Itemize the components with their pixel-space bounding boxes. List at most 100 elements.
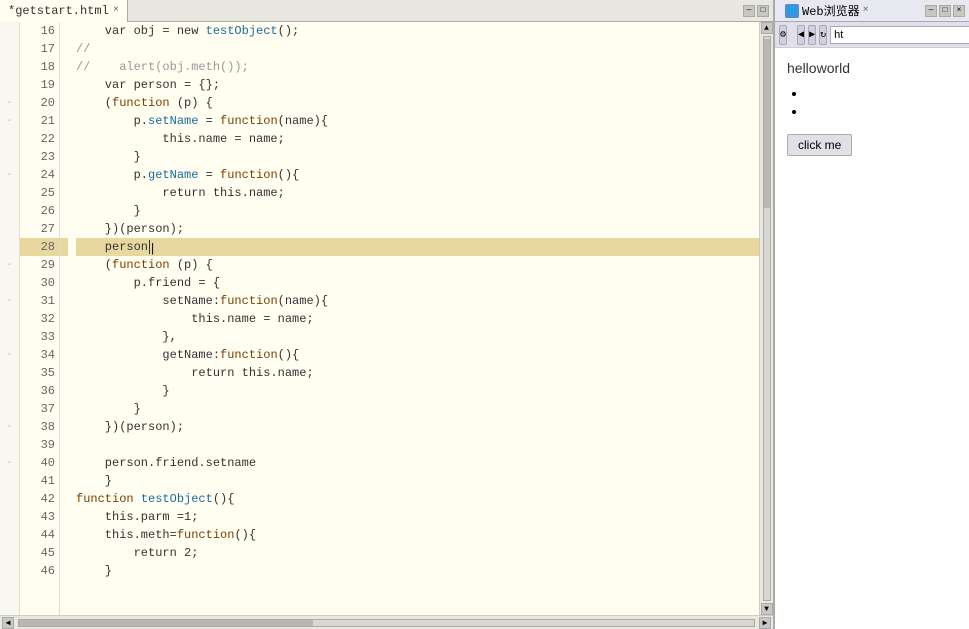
code-line-30: p.friend = { — [76, 274, 773, 292]
line-num-30: 30 — [20, 274, 59, 292]
browser-tab-close[interactable]: × — [863, 5, 869, 16]
margin-row — [0, 526, 19, 544]
margin-row — [0, 382, 19, 400]
code-line-44: this.meth=function(){ — [76, 526, 773, 544]
margin-row: - — [0, 418, 19, 436]
scroll-right-btn[interactable]: ▶ — [759, 617, 771, 629]
line-num-40: 40 — [20, 454, 59, 472]
line-num-19: 19 — [20, 76, 59, 94]
line-num-28: 28 — [20, 238, 59, 256]
refresh-icon: ↻ — [820, 29, 826, 41]
browser-back-btn[interactable]: ◀ — [797, 25, 805, 45]
browser-list — [787, 86, 957, 122]
editor-tab-close[interactable]: × — [113, 5, 119, 16]
browser-url-input[interactable] — [830, 26, 969, 44]
code-line-21: p.setName = function(name){ — [76, 112, 773, 130]
margin-row: - — [0, 166, 19, 184]
code-line-42: function testObject(){ — [76, 490, 773, 508]
list-item-2 — [807, 104, 957, 122]
browser-tab[interactable]: 🌐 Web浏览器 × — [779, 0, 875, 22]
code-line-32: this.name = name; — [76, 310, 773, 328]
margin-row — [0, 76, 19, 94]
line-num-16: 16 — [20, 22, 59, 40]
margin-row — [0, 130, 19, 148]
editor-gutter — [60, 22, 68, 615]
line-num-17: 17 — [20, 40, 59, 58]
margin-row — [0, 436, 19, 454]
editor-maximize-btn[interactable]: □ — [757, 5, 769, 17]
scroll-left-btn[interactable]: ◀ — [2, 617, 14, 629]
margin-row — [0, 274, 19, 292]
scroll-y-track[interactable] — [763, 36, 771, 601]
code-line-27: })(person); — [76, 220, 773, 238]
margin-row: - — [0, 94, 19, 112]
scroll-x-track[interactable] — [18, 619, 755, 627]
margin-row — [0, 508, 19, 526]
editor-minimize-btn[interactable]: — — [743, 5, 755, 17]
browser-maximize-btn[interactable]: □ — [939, 5, 951, 17]
editor-scrollbar-x[interactable]: ◀ ▶ — [0, 615, 773, 629]
browser-page-title: helloworld — [787, 60, 957, 76]
editor-tab[interactable]: *getstart.html × — [0, 0, 128, 22]
scroll-x-thumb[interactable] — [19, 620, 313, 626]
code-line-37: } — [76, 400, 773, 418]
back-icon: ◀ — [798, 29, 804, 41]
code-line-35: return this.name; — [76, 364, 773, 382]
line-num-46: 46 — [20, 562, 59, 580]
line-num-34: 34 — [20, 346, 59, 364]
line-num-32: 32 — [20, 310, 59, 328]
line-num-43: 43 — [20, 508, 59, 526]
line-num-29: 29 — [20, 256, 59, 274]
code-line-24: p.getName = function(){ — [76, 166, 773, 184]
margin-row — [0, 490, 19, 508]
line-numbers: 16 17 18 19 20 21 22 23 24 25 26 27 28 2… — [20, 22, 60, 615]
browser-tab-bar: 🌐 Web浏览器 × — □ × — [775, 0, 969, 22]
browser-minimize-btn[interactable]: — — [925, 5, 937, 17]
margin-row: - — [0, 112, 19, 130]
code-line-25: return this.name; — [76, 184, 773, 202]
line-num-37: 37 — [20, 400, 59, 418]
line-num-23: 23 — [20, 148, 59, 166]
browser-close-btn[interactable]: × — [953, 5, 965, 17]
code-line-41: } — [76, 472, 773, 490]
line-num-41: 41 — [20, 472, 59, 490]
editor-scrollbar-y[interactable]: ▲ ▼ — [759, 22, 773, 615]
code-line-28: person| — [76, 238, 773, 256]
line-num-21: 21 — [20, 112, 59, 130]
browser-refresh-btn[interactable]: ↻ — [819, 25, 827, 45]
margin-row — [0, 364, 19, 382]
margin-row — [0, 562, 19, 580]
line-num-44: 44 — [20, 526, 59, 544]
click-me-button[interactable]: click me — [787, 134, 852, 156]
line-num-35: 35 — [20, 364, 59, 382]
line-num-39: 39 — [20, 436, 59, 454]
browser-forward-btn[interactable]: ▶ — [808, 25, 816, 45]
line-num-36: 36 — [20, 382, 59, 400]
editor-tab-label: *getstart.html — [8, 4, 109, 18]
code-line-39 — [76, 436, 773, 454]
editor-win-btns: — □ — [743, 5, 773, 17]
scroll-y-thumb[interactable] — [764, 39, 770, 208]
line-num-20: 20 — [20, 94, 59, 112]
margin-row — [0, 400, 19, 418]
margin-row — [0, 328, 19, 346]
code-line-20: (function (p) { — [76, 94, 773, 112]
code-line-40: person.friend.setname — [76, 454, 773, 472]
line-num-26: 26 — [20, 202, 59, 220]
margin-row: - — [0, 292, 19, 310]
code-area[interactable]: var obj = new testObject(); // // alert(… — [68, 22, 773, 615]
scroll-down-btn[interactable]: ▼ — [761, 603, 773, 615]
editor-panel: *getstart.html × — □ - - - — [0, 0, 774, 629]
browser-settings-btn[interactable]: ⚙ — [779, 25, 787, 45]
browser-tab-icon: 🌐 — [785, 4, 799, 18]
margin-row: - — [0, 256, 19, 274]
line-num-22: 22 — [20, 130, 59, 148]
margin-row: - — [0, 454, 19, 472]
scroll-up-btn[interactable]: ▲ — [761, 22, 773, 34]
line-num-31: 31 — [20, 292, 59, 310]
line-num-38: 38 — [20, 418, 59, 436]
browser-panel: 🌐 Web浏览器 × — □ × ⚙ ◀ ▶ ↻ — [774, 0, 969, 629]
line-num-18: 18 — [20, 58, 59, 76]
code-line-43: this.parm =1; — [76, 508, 773, 526]
line-num-45: 45 — [20, 544, 59, 562]
